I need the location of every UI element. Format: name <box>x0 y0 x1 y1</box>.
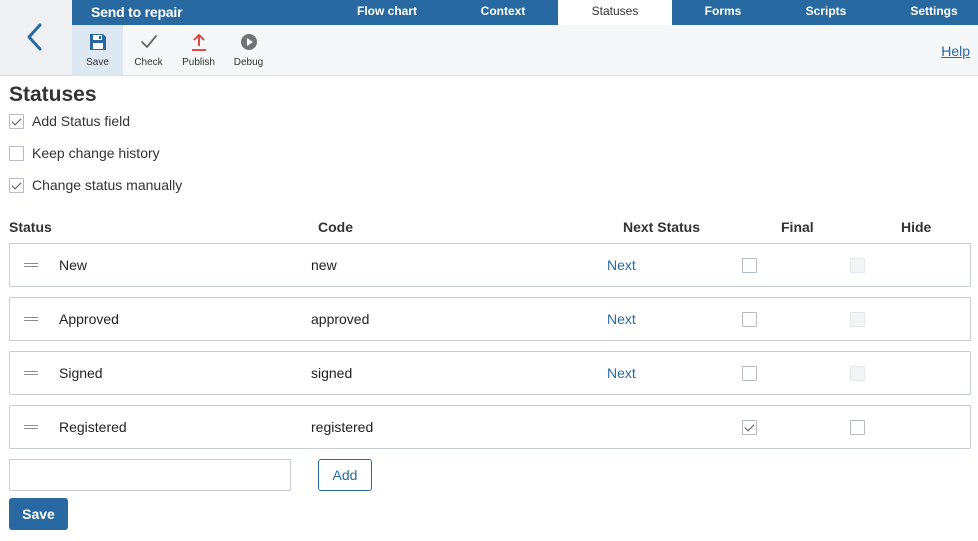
column-header-hide: Hide <box>901 219 932 235</box>
change-status-manually-checkbox[interactable] <box>9 177 24 193</box>
table-row: Approved approved Next <box>9 297 971 341</box>
page-title: Statuses <box>9 83 97 106</box>
status-code: signed <box>311 365 353 381</box>
drag-handle-icon[interactable] <box>24 425 38 429</box>
column-header-final: Final <box>781 219 814 235</box>
final-checkbox[interactable] <box>742 366 757 381</box>
hide-checkbox <box>850 258 865 273</box>
status-name: Approved <box>59 311 119 327</box>
add-status-field-checkbox[interactable] <box>9 113 24 129</box>
play-circle-icon <box>240 34 257 50</box>
status-name: Registered <box>59 419 127 435</box>
tab-flow-chart[interactable]: Flow chart <box>331 0 443 25</box>
next-status-link[interactable]: Next <box>607 352 636 394</box>
debug-button[interactable]: Debug <box>223 25 274 75</box>
publish-label: Publish <box>182 57 215 68</box>
drag-handle-icon[interactable] <box>24 317 38 321</box>
status-name: Signed <box>59 365 103 381</box>
floppy-disk-icon <box>89 34 106 50</box>
hide-checkbox[interactable] <box>850 420 865 435</box>
tab-scripts[interactable]: Scripts <box>774 0 878 25</box>
option-change-status-manually[interactable]: Change status manually <box>9 176 182 194</box>
tab-context[interactable]: Context <box>443 0 563 25</box>
debug-label: Debug <box>233 57 264 68</box>
next-status-link[interactable]: Next <box>607 298 636 340</box>
checkmark-icon <box>140 35 157 48</box>
hide-checkbox <box>850 312 865 327</box>
top-nav: Send to repair Flow chart Context Status… <box>72 0 978 25</box>
column-header-status: Status <box>9 219 52 235</box>
option-label: Keep change history <box>32 145 160 161</box>
check-button[interactable]: Check <box>123 25 174 75</box>
add-status-button[interactable]: Add <box>318 459 372 491</box>
drag-handle-icon[interactable] <box>24 371 38 375</box>
toolbar: Save Check Publish Debug Help <box>72 25 978 76</box>
option-label: Change status manually <box>32 177 183 193</box>
status-code: approved <box>311 311 370 327</box>
back-button[interactable] <box>22 20 48 54</box>
option-label: Add Status field <box>32 113 131 129</box>
option-keep-change-history[interactable]: Keep change history <box>9 144 160 162</box>
final-checkbox[interactable] <box>742 312 757 327</box>
column-header-code: Code <box>318 219 353 235</box>
drag-handle-icon[interactable] <box>24 263 38 267</box>
save-tool-label: Save <box>86 57 109 68</box>
tab-statuses[interactable]: Statuses <box>558 0 672 25</box>
status-name: New <box>59 257 88 273</box>
upload-arrow-icon <box>191 34 206 51</box>
save-button[interactable]: Save <box>9 498 68 530</box>
table-row: New new Next <box>9 243 971 287</box>
tab-forms[interactable]: Forms <box>672 0 774 25</box>
process-title: Send to repair <box>91 4 183 20</box>
publish-button[interactable]: Publish <box>173 25 224 75</box>
tab-settings[interactable]: Settings <box>878 0 978 25</box>
chevron-left-icon <box>27 23 42 51</box>
option-add-status-field[interactable]: Add Status field <box>9 112 130 130</box>
keep-change-history-checkbox[interactable] <box>9 145 24 161</box>
status-code: new <box>311 257 337 273</box>
new-status-input[interactable] <box>9 459 291 491</box>
next-status-link[interactable]: Next <box>607 244 636 286</box>
table-row: Registered registered <box>9 405 971 449</box>
final-checkbox[interactable] <box>742 258 757 273</box>
column-header-next-status: Next Status <box>623 219 701 235</box>
back-panel <box>0 0 72 76</box>
check-label: Check <box>134 57 163 68</box>
help-link[interactable]: Help <box>941 43 970 59</box>
save-tool-button[interactable]: Save <box>72 25 123 75</box>
hide-checkbox <box>850 366 865 381</box>
final-checkbox[interactable] <box>742 420 757 435</box>
table-row: Signed signed Next <box>9 351 971 395</box>
status-code: registered <box>311 419 374 435</box>
